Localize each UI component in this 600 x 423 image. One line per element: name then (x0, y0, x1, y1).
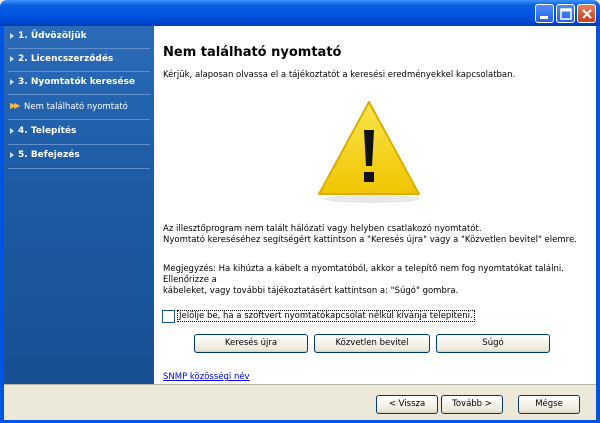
intro-text: Kérjük, alaposan olvassa el a tájékoztat… (163, 70, 516, 80)
arrow-right-icon (10, 152, 14, 158)
title-bar[interactable] (0, 0, 600, 26)
step-license: 2. Licencszerződés (4, 49, 154, 71)
substep-label: Nem található nyomtató (24, 102, 128, 112)
next-button[interactable]: Tovább > (441, 395, 503, 414)
minimize-button[interactable] (535, 4, 554, 23)
step-label: 3. Nyomtatók keresése (18, 77, 136, 87)
step-sidebar: 1. Üdvözöljük 2. Licencszerződés 3. Nyom… (4, 26, 154, 384)
maximize-icon (560, 8, 572, 20)
close-button[interactable] (577, 4, 596, 23)
direct-input-button[interactable]: Közvetlen bevitel (314, 334, 430, 353)
checkbox-label[interactable]: Jelölje be, ha a szoftvert nyomtatókapcs… (177, 310, 475, 322)
search-again-button[interactable]: Keresés újra (194, 334, 308, 353)
step-label: 2. Licencszerződés (18, 54, 114, 64)
double-arrow-icon: ▶▶ (10, 101, 20, 110)
back-button[interactable]: < Vissza (376, 395, 438, 414)
step-label: 5. Befejezés (18, 150, 80, 160)
snmp-community-link[interactable]: SNMP közösségi név (163, 372, 250, 382)
page-title: Nem található nyomtató (163, 45, 342, 60)
step-label: 1. Üdvözöljük (18, 31, 87, 41)
note-paragraph: Megjegyzés: Ha kihúzta a kábelt a nyomta… (163, 264, 583, 297)
note-line: Megjegyzés: Ha kihúzta a kábelt a nyomta… (163, 264, 564, 285)
window-frame-right (596, 26, 600, 423)
content-panel: Nem található nyomtató Kérjük, alaposan … (154, 26, 596, 384)
cancel-button[interactable]: Mégse (518, 395, 580, 414)
step-divider (8, 168, 150, 169)
step-divider (8, 94, 150, 95)
arrow-right-icon (10, 128, 14, 134)
info-line: Nyomtató kereséséhez segítségért kattint… (163, 235, 577, 245)
note-line: kábeleket, vagy további tájékoztatásért … (163, 286, 459, 296)
arrow-right-icon (10, 56, 14, 62)
step-label: 4. Telepítés (18, 126, 77, 136)
warning-triangle-icon (318, 101, 420, 203)
info-line: Az illesztőprogram nem talált hálózati v… (163, 224, 482, 234)
step-finish: 5. Befejezés (4, 145, 154, 167)
step-printer-search: 3. Nyomtatók keresése (4, 72, 154, 94)
minimize-icon (540, 16, 548, 19)
maximize-button[interactable] (556, 4, 575, 23)
help-button[interactable]: Súgó (436, 334, 550, 353)
installer-window: 1. Üdvözöljük 2. Licencszerződés 3. Nyom… (0, 0, 600, 423)
wizard-footer: < Vissza Tovább > Mégse (4, 384, 596, 420)
step-welcome: 1. Üdvözöljük (4, 26, 154, 48)
step-install: 4. Telepítés (4, 121, 154, 143)
arrow-right-icon (10, 79, 14, 85)
substep-printer-not-found: ▶▶ Nem található nyomtató (4, 96, 154, 118)
info-paragraph: Az illesztőprogram nem talált hálózati v… (163, 224, 583, 246)
step-divider (8, 119, 150, 120)
arrow-right-icon (10, 33, 14, 39)
install-without-connection-checkbox[interactable] (162, 310, 175, 323)
close-icon (582, 9, 592, 19)
